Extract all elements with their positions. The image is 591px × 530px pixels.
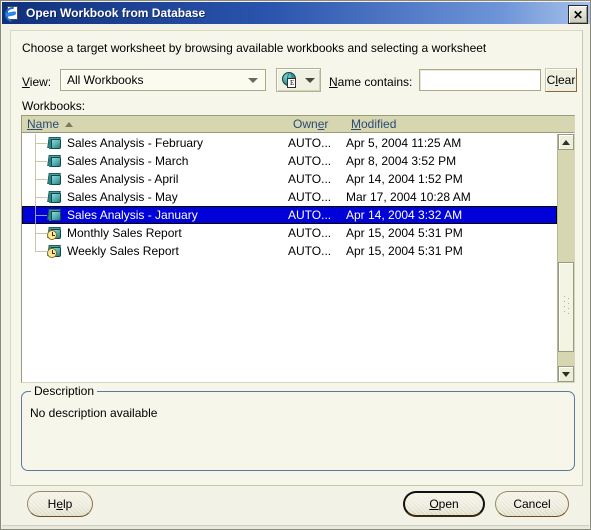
row-name-text: Sales Analysis - April: [67, 172, 179, 186]
list-header-row: Name Owner Modified: [22, 116, 574, 133]
cell-name: Sales Analysis - March: [22, 154, 288, 169]
scroll-up-icon[interactable]: [558, 134, 574, 150]
window-bottom-edge: [2, 525, 589, 529]
column-header-modified[interactable]: Modified: [346, 116, 574, 132]
list-body: Sales Analysis - February AUTO... Apr 5, 2…: [22, 134, 557, 382]
table-row[interactable]: Sales Analysis - March AUTO... Apr 8, 2004…: [22, 152, 557, 170]
cancel-button[interactable]: Cancel: [495, 491, 569, 517]
column-header-owner[interactable]: Owner: [288, 116, 346, 132]
cell-name: Sales Analysis - April: [22, 172, 288, 187]
row-name-text: Sales Analysis - January: [67, 208, 198, 222]
workbook-book-icon: [47, 172, 63, 187]
workbook-document-icon: [2, 4, 23, 25]
table-row[interactable]: Monthly Sales Report AUTO... Apr 15, 2004 …: [22, 224, 557, 242]
globe-document-icon: E: [281, 71, 298, 89]
cell-owner: AUTO...: [288, 136, 332, 150]
chevron-down-icon: [305, 77, 315, 83]
row-name-text: Sales Analysis - March: [67, 154, 189, 168]
content-panel: Choose a target worksheet by browsing av…: [10, 30, 583, 486]
table-row[interactable]: Sales Analysis - February AUTO... Apr 5, 2…: [22, 134, 557, 152]
scheduled-report-clock-icon: [47, 244, 63, 259]
close-icon[interactable]: ✕: [568, 5, 588, 24]
cell-owner: AUTO...: [288, 226, 332, 240]
cell-owner: AUTO...: [288, 208, 332, 222]
chevron-down-icon: [248, 77, 258, 83]
scrollbar-thumb[interactable]: [558, 262, 574, 352]
description-text: No description available: [30, 406, 158, 420]
open-workbook-dialog: Open Workbook from Database ✕ Choose a t…: [0, 0, 591, 530]
row-name-text: Weekly Sales Report: [67, 244, 179, 258]
sort-ascending-icon: [65, 121, 74, 127]
scroll-down-icon[interactable]: [558, 366, 574, 382]
cell-owner: AUTO...: [288, 244, 332, 258]
cell-name: Sales Analysis - May: [22, 190, 288, 205]
scrollbar-grip-icon: [564, 296, 570, 318]
list-scrollbar[interactable]: [557, 134, 574, 382]
cell-modified: Apr 15, 2004 5:31 PM: [346, 226, 463, 240]
cell-owner: AUTO...: [288, 190, 332, 204]
instruction-text: Choose a target worksheet by browsing av…: [22, 41, 487, 55]
cell-owner: AUTO...: [288, 172, 332, 186]
name-contains-label: Name contains:: [329, 75, 413, 89]
open-button[interactable]: Open: [403, 491, 485, 517]
column-header-name[interactable]: Name: [22, 116, 288, 132]
help-button[interactable]: He lp: [27, 491, 93, 517]
description-legend: Description: [31, 384, 98, 398]
view-dropdown[interactable]: All Workbooks: [60, 69, 266, 91]
cell-modified: Apr 14, 2004 1:52 PM: [346, 172, 463, 186]
cell-modified: Apr 15, 2004 5:31 PM: [346, 244, 463, 258]
cell-owner: AUTO...: [288, 154, 332, 168]
row-name-text: Monthly Sales Report: [67, 226, 182, 240]
cell-name: Weekly Sales Report: [22, 244, 288, 259]
scheduled-report-clock-icon: [47, 226, 63, 241]
select-data-source-button[interactable]: E: [276, 68, 321, 92]
title-bar: Open Workbook from Database ✕: [2, 2, 590, 25]
description-group: Description No description available: [21, 384, 575, 471]
workbook-book-icon: [47, 154, 63, 169]
table-row[interactable]: Sales Analysis - January AUTO... Apr 14, 2…: [22, 206, 557, 224]
workbook-book-icon: [47, 208, 63, 223]
table-row[interactable]: Weekly Sales Report AUTO... Apr 15, 2004 5…: [22, 242, 557, 260]
name-contains-input[interactable]: [419, 69, 541, 91]
cell-modified: Apr 5, 2004 11:25 AM: [346, 136, 462, 150]
clear-button[interactable]: Cl ear: [545, 68, 577, 92]
workbooks-list: Name Owner Modified Sales Analysis - Feb…: [21, 115, 575, 383]
workbook-book-icon: [47, 136, 63, 151]
cell-name: Sales Analysis - February: [22, 136, 288, 151]
table-row[interactable]: Sales Analysis - April AUTO... Apr 14, 200…: [22, 170, 557, 188]
view-label: View:: [22, 75, 52, 89]
cell-name: Sales Analysis - January: [22, 208, 288, 223]
view-dropdown-value: All Workbooks: [67, 73, 144, 87]
cell-name: Monthly Sales Report: [22, 226, 288, 241]
workbooks-label: Workbooks:: [22, 99, 86, 113]
row-name-text: Sales Analysis - May: [67, 190, 178, 204]
window-title: Open Workbook from Database: [26, 6, 206, 20]
cell-modified: Apr 8, 2004 3:52 PM: [346, 154, 457, 168]
cell-modified: Mar 17, 2004 10:28 AM: [346, 190, 471, 204]
cell-modified: Apr 14, 2004 3:32 AM: [346, 208, 463, 222]
table-row[interactable]: Sales Analysis - May AUTO... Mar 17, 2004 …: [22, 188, 557, 206]
row-name-text: Sales Analysis - February: [67, 136, 204, 150]
workbook-book-icon: [47, 190, 63, 205]
